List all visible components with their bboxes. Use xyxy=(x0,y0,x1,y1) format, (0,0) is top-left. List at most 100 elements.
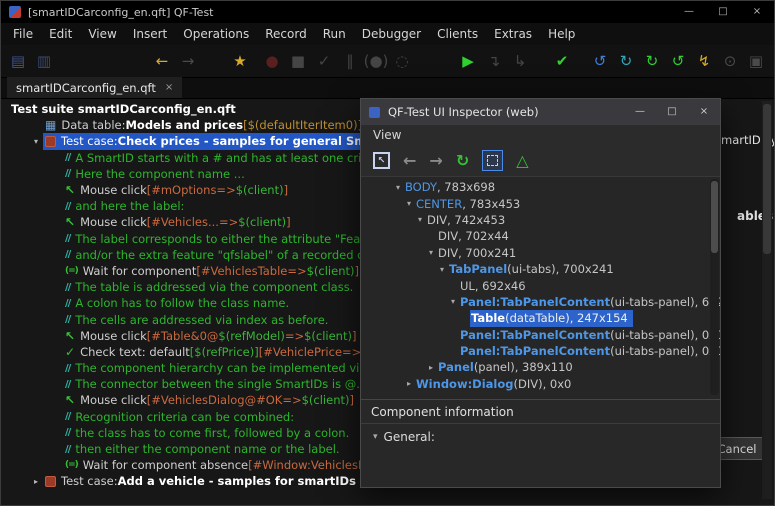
stop-recording-icon[interactable]: ■ xyxy=(285,46,311,76)
text-segment: (ui-tabs-panel), 0x0 xyxy=(610,328,720,342)
run-test-icon[interactable]: ▶ xyxy=(455,46,481,76)
expand-toggle-icon[interactable]: ▾ xyxy=(29,137,43,146)
close-button[interactable]: × xyxy=(740,1,774,23)
tree-row-content: ↖Mouse click [#VehiclesDialog@#OK=>$(cli… xyxy=(63,392,359,408)
expand-toggle-icon[interactable]: ▾ xyxy=(403,199,415,208)
expand-toggle-icon[interactable]: ▾ xyxy=(447,297,459,306)
tab-smartidcarconfig[interactable]: smartIDCarconfig_en.qft × xyxy=(7,77,182,98)
text-segment: Mouse click xyxy=(80,183,147,197)
options-icon[interactable]: ⊙ xyxy=(717,46,743,76)
expand-toggle-icon[interactable]: ▸ xyxy=(29,477,43,486)
reload-icon[interactable]: ↻ xyxy=(613,46,639,76)
text-segment: ] xyxy=(355,264,360,278)
testcase-icon xyxy=(45,136,56,147)
refresh-icon[interactable]: ↻ xyxy=(456,151,469,171)
tab-close-icon[interactable]: × xyxy=(165,82,173,93)
dom-tree-row[interactable]: ▾TabPanel (ui-tabs), 700x241 xyxy=(361,261,720,277)
open-testsuite-icon[interactable]: ▥ xyxy=(31,46,57,76)
step-over-icon[interactable]: ↳ xyxy=(507,46,533,76)
inspector-scrollbar-thumb[interactable] xyxy=(711,181,718,253)
back-icon[interactable]: ← xyxy=(149,46,175,76)
text-segment: Models and prices xyxy=(125,118,243,132)
expand-toggle-icon[interactable]: ▾ xyxy=(436,265,448,274)
expand-toggle-icon[interactable]: ▾ xyxy=(414,215,426,224)
menu-clients[interactable]: Clients xyxy=(429,27,486,41)
nav-back-icon[interactable]: ← xyxy=(403,151,416,171)
record-insertion-mark-icon[interactable]: ★ xyxy=(227,46,253,76)
dom-tree-row[interactable]: ▾DIV, 742x453 xyxy=(361,212,720,228)
step-in-icon[interactable]: ↴ xyxy=(481,46,507,76)
maximize-button[interactable]: □ xyxy=(706,1,740,23)
dom-tree-row[interactable]: Table (dataTable), 247x154 xyxy=(361,310,720,326)
dom-tree-row[interactable]: Panel:TabPanelContent (ui-tabs-panel), 0… xyxy=(361,343,720,359)
dom-tree-row[interactable]: DIV, 702x44 xyxy=(361,228,720,244)
menu-operations[interactable]: Operations xyxy=(175,27,257,41)
inspector-close-button[interactable]: × xyxy=(688,99,720,125)
menu-extras[interactable]: Extras xyxy=(486,27,540,41)
text-segment: then either the component name or the la… xyxy=(75,442,339,456)
clean-runtime-icon[interactable]: ↺ xyxy=(665,46,691,76)
tree-row-content: //Here the component name ... xyxy=(63,166,250,182)
menu-run[interactable]: Run xyxy=(315,27,354,41)
tree-row-content: //The cells are addressed via index as b… xyxy=(63,311,333,327)
expand-toggle-icon[interactable]: ▾ xyxy=(425,248,437,257)
main-scrollbar-thumb[interactable] xyxy=(763,104,771,254)
text-segment: DIV, 702x44 xyxy=(438,229,509,243)
inspector-maximize-button[interactable]: □ xyxy=(656,99,688,125)
record-components-icon[interactable]: ◌ xyxy=(389,46,415,76)
highlight-components-toggle-icon[interactable] xyxy=(482,150,503,171)
tree-row-content: (=)Wait for component [#VehiclesTable=>$… xyxy=(63,263,364,279)
show-changes-icon[interactable]: △ xyxy=(516,151,528,171)
text-segment: Test suite smartIDCarconfig_en.qft xyxy=(11,102,236,116)
menu-debugger[interactable]: Debugger xyxy=(354,27,429,41)
menu-record[interactable]: Record xyxy=(257,27,314,41)
dom-tree-row[interactable]: ▸Panel (panel), 389x110 xyxy=(361,359,720,375)
general-section-toggle[interactable]: ▾ General: xyxy=(361,424,720,450)
client-window-icon[interactable]: ▣ xyxy=(743,46,769,76)
dom-tree-row-content: UL, 692x46 xyxy=(459,277,531,293)
expand-toggle-icon[interactable]: ▸ xyxy=(425,363,437,372)
dom-tree-row[interactable]: ▾CENTER, 783x453 xyxy=(361,195,720,211)
text-segment: (DIV), 0x0 xyxy=(514,377,572,391)
dom-tree-row[interactable]: ▾Panel:TabPanelContent (ui-tabs-panel), … xyxy=(361,294,720,310)
restart-clients-icon[interactable]: ↻ xyxy=(639,46,665,76)
inspector-menu-view[interactable]: View xyxy=(365,128,409,142)
run-checks-icon[interactable]: ✔ xyxy=(549,46,575,76)
menu-edit[interactable]: Edit xyxy=(41,27,80,41)
new-testsuite-icon[interactable]: ▤ xyxy=(5,46,31,76)
nav-forward-icon[interactable]: → xyxy=(429,151,442,171)
dom-tree-row[interactable]: Panel:TabPanelContent (ui-tabs-panel), 0… xyxy=(361,327,720,343)
pause-recording-icon[interactable]: ∥ xyxy=(337,46,363,76)
undo-all-icon[interactable]: ↺ xyxy=(587,46,613,76)
dom-tree-row[interactable]: ▸Window:Dialog (DIV), 0x0 xyxy=(361,376,720,392)
dom-tree-row[interactable]: ▾BODY, 783x698 xyxy=(361,179,720,195)
text-segment: [#VehiclePrice=> xyxy=(259,345,362,359)
dom-tree: ▾BODY, 783x698▾CENTER, 783x453▾DIV, 742x… xyxy=(361,177,720,399)
dom-tree-row[interactable]: UL, 692x46 xyxy=(361,277,720,293)
check-icon: ✓ xyxy=(65,345,75,359)
record-procedure-icon[interactable]: (●) xyxy=(363,46,389,76)
inspector-minimize-button[interactable]: — xyxy=(624,99,656,125)
dom-tree-row-content: DIV, 742x453 xyxy=(426,212,510,228)
toolbar-group: ★ xyxy=(227,46,253,76)
dom-tree-row[interactable]: ▾DIV, 700x241 xyxy=(361,245,720,261)
inspector-scrollbar[interactable] xyxy=(710,179,719,395)
main-vertical-scrollbar[interactable] xyxy=(762,101,772,499)
text-segment: UL, 692x46 xyxy=(460,279,526,293)
quick-start-icon[interactable]: ↯ xyxy=(691,46,717,76)
dom-tree-row-content: CENTER, 783x453 xyxy=(415,195,525,211)
menu-help[interactable]: Help xyxy=(540,27,583,41)
record-check-icon[interactable]: ✓ xyxy=(311,46,337,76)
menu-view[interactable]: View xyxy=(80,27,124,41)
menu-insert[interactable]: Insert xyxy=(125,27,175,41)
expand-toggle-icon[interactable]: ▸ xyxy=(403,379,415,388)
forward-icon[interactable]: → xyxy=(175,46,201,76)
minimize-button[interactable]: — xyxy=(672,1,706,23)
expand-toggle-icon[interactable]: ▾ xyxy=(392,183,404,192)
pick-component-icon[interactable]: ↖ xyxy=(373,152,390,169)
comment-icon: // xyxy=(65,379,70,390)
inspector-dialog: QF-Test UI Inspector (web) — □ × View ↖←… xyxy=(360,98,721,488)
menu-file[interactable]: File xyxy=(5,27,41,41)
record-icon[interactable]: ● xyxy=(259,46,285,76)
dom-tree-row-content: Table (dataTable), 247x154 xyxy=(470,310,633,326)
